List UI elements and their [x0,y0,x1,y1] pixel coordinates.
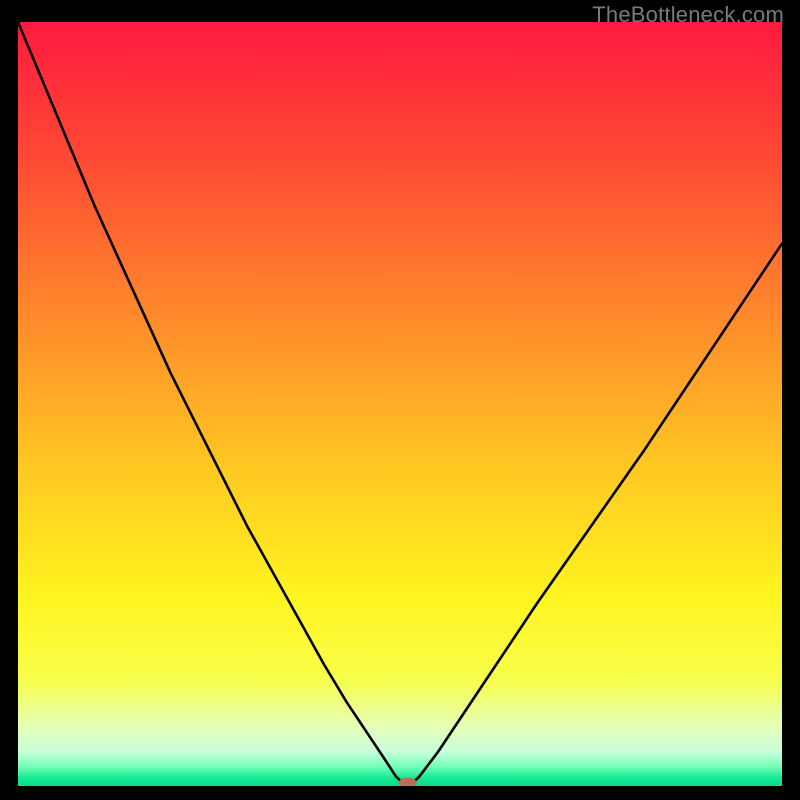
chart-frame [18,22,782,786]
bottleneck-curve-chart [18,22,782,786]
gradient-background [18,22,782,786]
